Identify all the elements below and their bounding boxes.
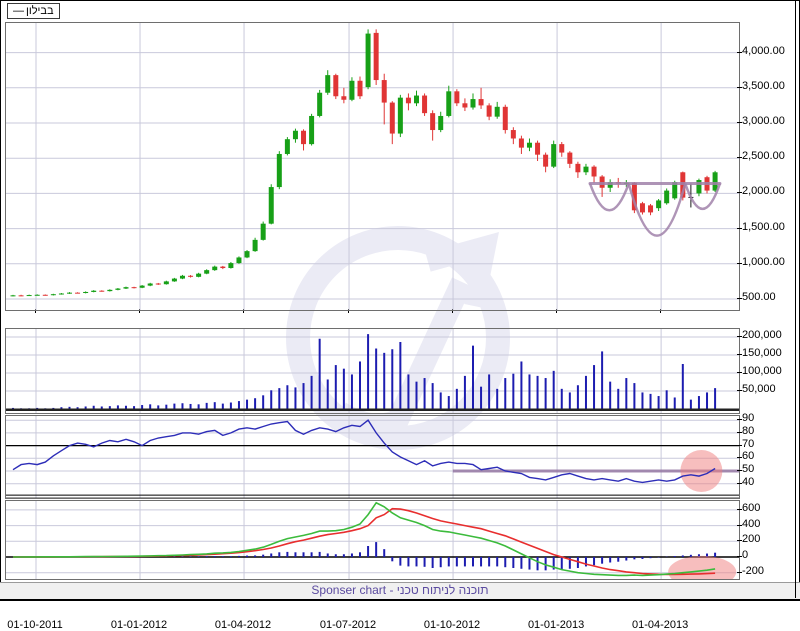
rsi-highlight-circle xyxy=(680,450,723,492)
x-axis: 01-10-2011 01-01-2012 01-04-2012 01-07-2012… xyxy=(0,308,800,631)
window-right-edge xyxy=(795,0,796,598)
rsi-line xyxy=(12,419,716,484)
price-gridlines xyxy=(6,23,739,310)
x-tick-label: 01-01-2012 xyxy=(110,619,168,631)
volume-panel[interactable] xyxy=(5,328,740,414)
price-panel[interactable] xyxy=(5,22,740,311)
status-bar: Sponser chart - תוכנה לניתוח טכני xyxy=(0,582,800,601)
x-tick-label: 01-04-2013 xyxy=(631,619,689,631)
legend-line-symbol: — xyxy=(13,5,24,17)
x-tick-label: 01-04-2012 xyxy=(214,619,272,631)
legend-box[interactable]: — בבילון xyxy=(7,3,60,19)
legend-series-name: בבילון xyxy=(26,5,54,17)
rsi-panel[interactable] xyxy=(5,415,740,499)
status-text: Sponser chart - תוכנה לניתוח טכני xyxy=(311,583,489,597)
macd-main-line xyxy=(13,501,716,577)
macd-highlight-ellipse xyxy=(668,555,737,579)
x-tick-label: 01-01-2013 xyxy=(527,619,585,631)
x-tick-label: 01-10-2011 xyxy=(7,619,63,631)
x-tick-label: 01-07-2012 xyxy=(319,619,377,631)
volume-gridlines xyxy=(6,329,739,413)
x-tick-label: 01-10-2012 xyxy=(423,619,481,631)
candles-layer xyxy=(10,29,718,297)
macd-gridlines xyxy=(6,501,739,579)
macd-panel[interactable] xyxy=(5,500,740,580)
volume-baseline xyxy=(6,408,739,411)
volume-bars xyxy=(12,334,717,409)
